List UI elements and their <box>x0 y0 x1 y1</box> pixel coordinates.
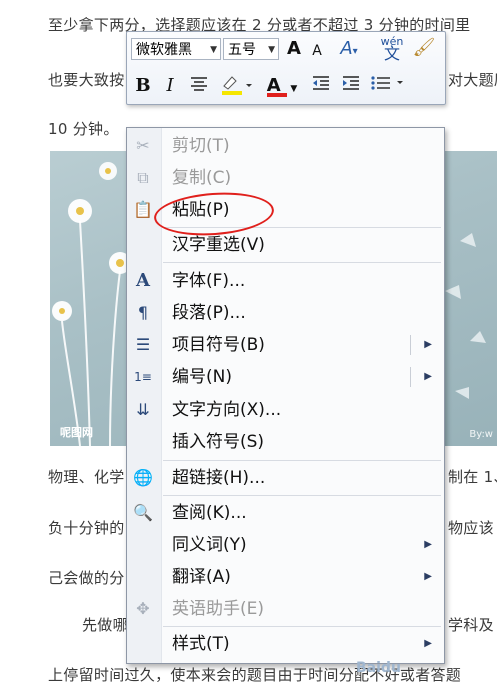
menu-item-hanzi-reselect[interactable]: 汉字重选(V) <box>127 229 444 261</box>
mini-toolbar: 微软雅黑 ▼ 五号 ▼ A A A▾ wén 文 🖌 B I A ▼ <box>126 31 446 105</box>
submenu-divider <box>410 367 411 387</box>
menu-item-hyperlink[interactable]: 🌐 超链接(H)... <box>127 462 444 494</box>
text-direction-icon: ⇊ <box>136 400 150 419</box>
styles-icon: A▾ <box>340 38 358 59</box>
decrease-indent-icon <box>313 76 329 90</box>
format-painter-button[interactable]: 🖌 <box>411 36 437 60</box>
paste-icon: 📋 <box>133 200 153 219</box>
menu-item-label: 超链接(H)... <box>172 468 266 488</box>
menu-item-label: 翻译(A) <box>172 567 231 587</box>
submenu-arrow-icon[interactable]: ▶ <box>424 329 432 361</box>
menu-item-bullets[interactable]: ☰ 项目符号(B) ▶ <box>127 329 444 361</box>
menu-item-text-direction[interactable]: ⇊ 文字方向(X)... <box>127 394 444 426</box>
menu-item-label: 同义词(Y) <box>172 535 247 555</box>
document-text-line: 10 分钟。 <box>48 120 119 138</box>
font-color-button[interactable]: A ▼ <box>263 74 301 98</box>
menu-item-english-assistant[interactable]: ✥ 英语助手(E) <box>127 593 444 625</box>
menu-item-synonyms[interactable]: 同义词(Y) ▶ <box>127 529 444 561</box>
font-name-combo[interactable]: 微软雅黑 ▼ <box>131 38 221 60</box>
highlight-button[interactable] <box>219 74 253 98</box>
menu-item-styles[interactable]: 样式(T) ▶ <box>127 628 444 660</box>
bullets-icon <box>371 76 403 90</box>
chevron-down-icon: ▼ <box>268 45 275 55</box>
bullets-icon: ☰ <box>135 335 151 354</box>
document-text-line: 物应该 <box>448 519 494 537</box>
font-icon: A <box>136 270 150 291</box>
document-text-line: 物理、化学 <box>48 468 125 486</box>
bullets-button[interactable] <box>369 74 407 98</box>
chevron-down-icon: ▼ <box>290 84 298 94</box>
center-align-icon <box>191 77 207 91</box>
shrink-font-icon: A <box>312 43 322 59</box>
menu-item-numbering[interactable]: 1≡ 编号(N) ▶ <box>127 361 444 393</box>
image-watermark: 呢图网 <box>60 426 93 439</box>
submenu-divider <box>410 335 411 355</box>
document-text-line: 对大题原 <box>448 71 497 89</box>
phonetic-guide-button[interactable]: wén 文 <box>377 35 407 63</box>
menu-item-translate[interactable]: 翻译(A) ▶ <box>127 561 444 593</box>
document-text-line: 先做哪 <box>82 616 128 634</box>
document-text-line: 己会做的分 <box>48 569 125 587</box>
grow-font-button[interactable]: A <box>283 37 305 61</box>
chevron-down-icon: ▼ <box>210 45 217 55</box>
grow-font-icon: A <box>287 38 301 59</box>
menu-item-label: 查阅(K)... <box>172 503 247 523</box>
document-text-line: 也要大致按 <box>48 71 125 89</box>
font-size-combo[interactable]: 五号 ▼ <box>223 38 279 60</box>
menu-item-research[interactable]: 🔍 查阅(K)... <box>127 497 444 529</box>
menu-item-label: 复制(C) <box>172 168 232 188</box>
menu-item-label: 项目符号(B) <box>172 335 265 355</box>
paragraph-icon: ¶ <box>137 303 149 322</box>
english-assistant-icon: ✥ <box>136 599 150 618</box>
bold-button[interactable]: B <box>131 74 155 98</box>
font-color-swatch <box>267 93 287 97</box>
menu-item-label: 文字方向(X)... <box>172 400 282 420</box>
menu-item-label: 英语助手(E) <box>172 599 265 619</box>
document-text-line: 学科及 <box>448 616 494 634</box>
image-watermark: By:w <box>469 429 493 440</box>
center-align-button[interactable] <box>187 74 211 98</box>
menu-item-label: 插入符号(S) <box>172 432 265 452</box>
submenu-arrow-icon: ▶ <box>424 539 432 550</box>
italic-button[interactable]: I <box>159 74 181 98</box>
menu-item-label: 样式(T) <box>172 634 230 654</box>
increase-indent-icon <box>343 76 359 90</box>
text-style-button[interactable]: A▾ <box>331 37 367 61</box>
menu-item-paragraph[interactable]: ¶ 段落(P)... <box>127 297 444 329</box>
document-text-line: 负十分钟的 <box>48 519 125 537</box>
font-name-value: 微软雅黑 <box>136 42 192 58</box>
phonetic-guide-icon: wén 文 <box>380 35 404 63</box>
submenu-arrow-icon: ▶ <box>424 638 432 649</box>
format-painter-icon: 🖌 <box>412 37 436 58</box>
italic-icon: I <box>166 75 174 96</box>
shrink-font-button[interactable]: A <box>307 39 327 63</box>
research-icon: 🔍 <box>133 503 153 522</box>
menu-item-label: 编号(N) <box>172 367 232 387</box>
menu-separator <box>163 495 441 496</box>
menu-item-label: 段落(P)... <box>172 303 246 323</box>
menu-separator <box>163 626 441 627</box>
copy-icon: ⧉ <box>137 168 149 187</box>
menu-item-font[interactable]: A 字体(F)... <box>127 265 444 297</box>
decrease-indent-button[interactable] <box>309 74 333 98</box>
bold-icon: B <box>135 75 151 96</box>
increase-indent-button[interactable] <box>339 74 363 98</box>
document-text-line: 制在 1、 <box>448 468 497 486</box>
submenu-arrow-icon: ▶ <box>424 571 432 582</box>
menu-separator <box>163 262 441 263</box>
numbering-icon: 1≡ <box>134 370 152 384</box>
menu-separator <box>163 460 441 461</box>
hyperlink-icon: 🌐 <box>133 468 153 487</box>
menu-item-insert-symbol[interactable]: 插入符号(S) <box>127 426 444 458</box>
submenu-arrow-icon[interactable]: ▶ <box>424 361 432 393</box>
scissors-icon: ✂ <box>136 136 150 155</box>
menu-item-cut[interactable]: ✂ 剪切(T) <box>127 130 444 162</box>
menu-item-copy[interactable]: ⧉ 复制(C) <box>127 162 444 194</box>
menu-item-label: 字体(F)... <box>172 271 246 291</box>
highlighter-icon <box>222 76 252 95</box>
baidu-watermark: Baidu <box>356 660 401 676</box>
font-size-value: 五号 <box>228 42 256 58</box>
menu-item-label: 剪切(T) <box>172 136 230 156</box>
